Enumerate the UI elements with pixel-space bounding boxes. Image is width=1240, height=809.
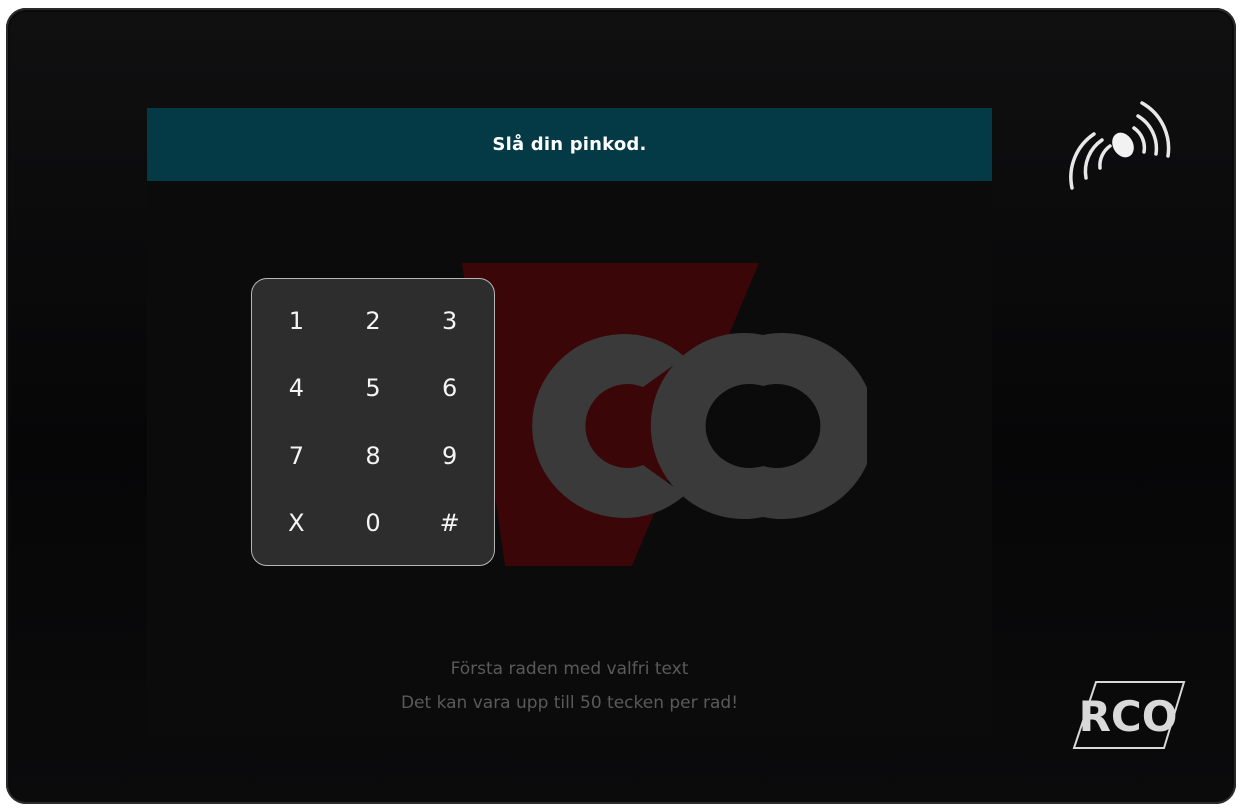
rco-logo-text: RCO <box>1079 692 1178 741</box>
pin-prompt: Slå din pinkod. <box>492 134 647 155</box>
header-bar: Slå din pinkod. <box>147 108 992 181</box>
key-6[interactable]: 6 <box>411 355 488 423</box>
key-1[interactable]: 1 <box>258 287 335 355</box>
background-logo-watermark <box>462 263 867 566</box>
footer-line-1: Första raden med valfri text <box>450 659 689 679</box>
key-hash[interactable]: # <box>411 490 488 558</box>
nfc-wave-right-1 <box>1132 126 1147 154</box>
key-5[interactable]: 5 <box>335 355 412 423</box>
key-9[interactable]: 9 <box>411 422 488 490</box>
key-cancel[interactable]: X <box>258 490 335 558</box>
display-screen: Slå din pinkod. 1 2 3 4 5 6 7 8 9 X 0 # … <box>147 108 992 737</box>
logo-red-shape <box>462 263 759 566</box>
rco-logo: RCO <box>1072 681 1186 749</box>
key-0[interactable]: 0 <box>335 490 412 558</box>
logo-letter-o <box>650 333 867 519</box>
nfc-wave-left-3 <box>1069 132 1096 190</box>
key-8[interactable]: 8 <box>335 422 412 490</box>
key-4[interactable]: 4 <box>258 355 335 423</box>
footer-line-2: Det kan vara upp till 50 tecken per rad! <box>400 693 739 713</box>
key-3[interactable]: 3 <box>411 287 488 355</box>
device-frame: Slå din pinkod. 1 2 3 4 5 6 7 8 9 X 0 # … <box>6 8 1236 804</box>
nfc-center-dot <box>1112 132 1134 158</box>
key-2[interactable]: 2 <box>335 287 412 355</box>
nfc-wave-left-1 <box>1098 144 1112 170</box>
nfc-contactless-icon <box>1069 101 1171 190</box>
pin-keypad: 1 2 3 4 5 6 7 8 9 X 0 # <box>251 278 495 566</box>
key-7[interactable]: 7 <box>258 422 335 490</box>
